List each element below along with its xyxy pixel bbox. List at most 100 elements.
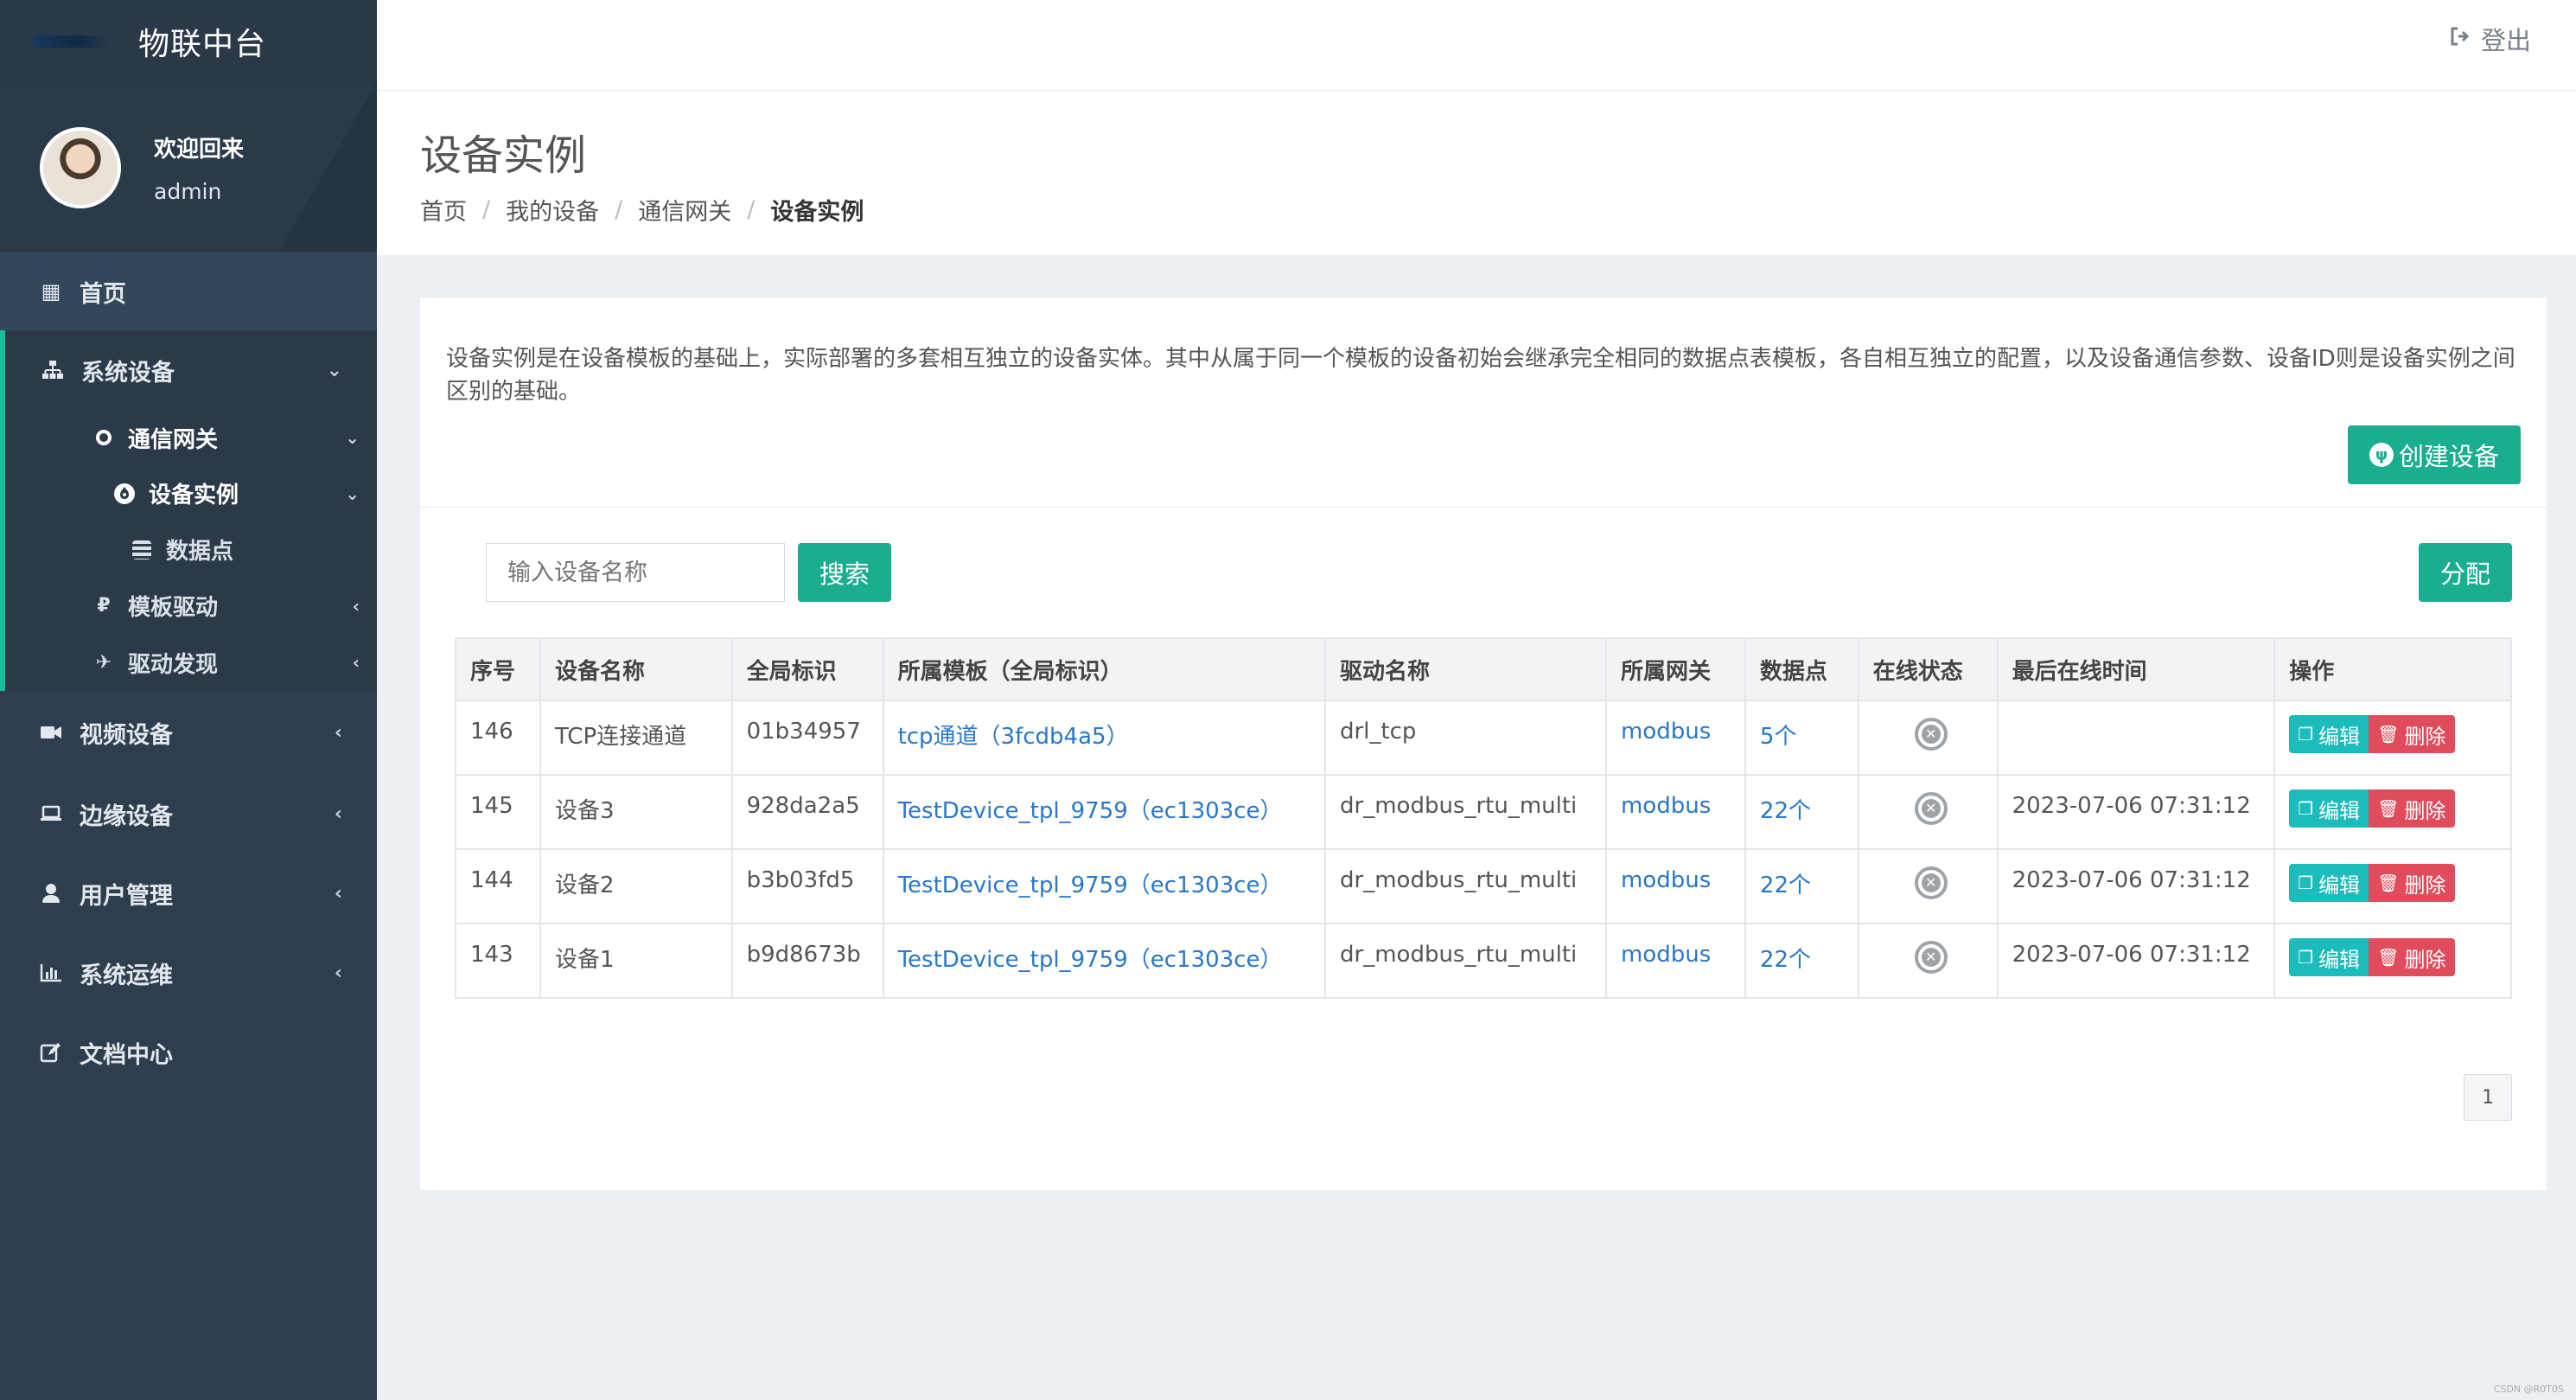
chevron-left-icon: ‹ xyxy=(334,882,342,905)
sidebar-item-label: 系统运维 xyxy=(80,962,173,989)
points-link[interactable]: 22个 xyxy=(1760,873,1811,898)
edit-label: 编辑 xyxy=(2318,873,2361,898)
table-row: 143 设备1 b9d8673b TestDevice_tpl_9759（ec1… xyxy=(455,923,2512,999)
edit-button[interactable]: ❐ 编辑 xyxy=(2289,715,2369,753)
sidebar-item-video-devices[interactable]: 视频设备 ‹ xyxy=(0,691,377,774)
rebel-icon xyxy=(112,482,137,506)
watermark: CSDN @R0T0S xyxy=(2493,1384,2564,1395)
breadcrumb-comm-gateway[interactable]: 通信网关 xyxy=(638,193,731,227)
sidebar-item-home[interactable]: ▦ 首页 xyxy=(0,253,377,330)
offline-status-icon: ✕ xyxy=(1914,941,1948,974)
col-header[interactable]: 所属模板（全局标识） xyxy=(882,637,1327,701)
col-header[interactable]: 驱动名称 xyxy=(1324,637,1607,701)
gateway-link[interactable]: modbus xyxy=(1621,719,1711,745)
chevron-down-icon: ⌄ xyxy=(345,483,360,504)
col-header[interactable]: 在线状态 xyxy=(1857,637,1999,701)
sidebar-item-system-ops[interactable]: 系统运维 ‹ xyxy=(0,933,377,1013)
chevron-left-icon: ‹ xyxy=(352,595,360,617)
col-header[interactable]: 全局标识 xyxy=(730,637,884,701)
sidebar-item-comm-gateway[interactable]: 通信网关 ⌄ xyxy=(5,410,377,465)
sign-out-icon xyxy=(2450,27,2471,51)
edit-button[interactable]: ❐ 编辑 xyxy=(2289,864,2369,902)
sidebar-item-system-devices[interactable]: 系统设备 ⌄ xyxy=(5,330,377,410)
circle-icon xyxy=(92,425,116,450)
cell-last-online: 2023-07-06 07:31:12 xyxy=(1996,923,2276,999)
cell-driver: dr_modbus_rtu_multi xyxy=(1324,848,1607,924)
template-link[interactable]: tcp通道（3fcdb4a5） xyxy=(898,724,1129,750)
sidebar-item-data-points[interactable]: 数据点 xyxy=(5,521,377,578)
table-row: 144 设备2 b3b03fd5 TestDevice_tpl_9759（ec1… xyxy=(455,848,2512,924)
col-header[interactable]: 所属网关 xyxy=(1604,637,1746,701)
edit-button[interactable]: ❐ 编辑 xyxy=(2289,938,2369,976)
delete-label: 删除 xyxy=(2404,873,2446,898)
edit-label: 编辑 xyxy=(2318,724,2361,749)
copy-icon: ❐ xyxy=(2298,873,2314,893)
avatar xyxy=(40,127,121,208)
gateway-link[interactable]: modbus xyxy=(1621,942,1711,968)
points-link[interactable]: 22个 xyxy=(1760,798,1811,824)
user-icon xyxy=(38,880,64,906)
assign-button[interactable]: 分配 xyxy=(2419,543,2512,602)
sidebar-item-device-instance[interactable]: 设备实例 ⌄ xyxy=(5,465,377,521)
chevron-left-icon: ‹ xyxy=(334,962,342,984)
top-bar: 登出 xyxy=(377,0,2576,91)
cell-last-online: 2023-07-06 07:31:12 xyxy=(1996,774,2276,850)
welcome-text: 欢迎回来 xyxy=(154,137,245,163)
pagination-page-1[interactable]: 1 xyxy=(2464,1074,2512,1121)
video-camera-icon xyxy=(38,719,64,745)
breadcrumb-home[interactable]: 首页 xyxy=(420,193,467,227)
cell-driver: drl_tcp xyxy=(1324,700,1607,776)
logout-button[interactable]: 登出 xyxy=(2450,21,2531,57)
template-link[interactable]: TestDevice_tpl_9759（ec1303ce） xyxy=(898,947,1283,973)
delete-button[interactable]: 🗑 删除 xyxy=(2369,789,2455,828)
col-header[interactable]: 设备名称 xyxy=(539,637,733,701)
brand-title: 物联中台 xyxy=(138,27,267,62)
delete-label: 删除 xyxy=(2404,947,2446,972)
sidebar-item-label: 数据点 xyxy=(166,539,234,565)
gateway-link[interactable]: modbus xyxy=(1621,793,1711,819)
template-link[interactable]: TestDevice_tpl_9759（ec1303ce） xyxy=(898,798,1283,824)
brand-bar: 物联中台 xyxy=(0,0,377,84)
sidebar-item-label: 首页 xyxy=(80,280,126,308)
search-button[interactable]: 搜索 xyxy=(798,543,891,602)
template-link[interactable]: TestDevice_tpl_9759（ec1303ce） xyxy=(898,873,1283,898)
col-header[interactable]: 最后在线时间 xyxy=(1996,637,2276,701)
trash-icon: 🗑 xyxy=(2377,947,2400,968)
brand-logo xyxy=(33,35,109,48)
sidebar-item-label: 设备实例 xyxy=(149,483,239,508)
edit-button[interactable]: ❐ 编辑 xyxy=(2289,789,2369,828)
points-link[interactable]: 22个 xyxy=(1760,947,1811,973)
sidebar-group-system-devices: 系统设备 ⌄ 通信网关 ⌄ 设备实例 ⌄ 数据点 ₽ 模板驱动 ‹ ✈ 驱动发现… xyxy=(0,330,377,691)
main-card: 设备实例是在设备模板的基础上，实际部署的多套相互独立的设备实体。其中从属于同一个… xyxy=(420,297,2547,1190)
breadcrumb-my-devices[interactable]: 我的设备 xyxy=(506,193,599,227)
create-device-button[interactable]: ψ 创建设备 xyxy=(2348,425,2521,484)
points-link[interactable]: 5个 xyxy=(1760,724,1797,750)
cell-id: 144 xyxy=(455,848,541,924)
cell-global-id: b3b03fd5 xyxy=(730,848,884,924)
sidebar-item-template-driver[interactable]: ₽ 模板驱动 ‹ xyxy=(5,578,377,634)
sidebar-item-label: 用户管理 xyxy=(80,882,173,910)
col-header[interactable]: 序号 xyxy=(455,637,541,701)
edit-label: 编辑 xyxy=(2318,798,2361,823)
cell-driver: dr_modbus_rtu_multi xyxy=(1324,923,1607,999)
create-device-label: 创建设备 xyxy=(2398,442,2499,471)
col-header[interactable]: 数据点 xyxy=(1744,637,1859,701)
sidebar-item-user-mgmt[interactable]: 用户管理 ‹ xyxy=(0,853,377,933)
dashboard-icon: ▦ xyxy=(41,279,61,304)
cell-id: 146 xyxy=(455,700,541,776)
search-input[interactable] xyxy=(486,543,785,602)
delete-button[interactable]: 🗑 删除 xyxy=(2369,715,2455,753)
sidebar-item-driver-discovery[interactable]: ✈ 驱动发现 ‹ xyxy=(5,634,377,691)
sidebar-item-edge-devices[interactable]: 边缘设备 ‹ xyxy=(0,774,377,853)
cell-global-id: 01b34957 xyxy=(730,700,884,776)
gateway-link[interactable]: modbus xyxy=(1621,867,1711,893)
cell-last-online: 2023-07-06 07:31:12 xyxy=(1996,848,2276,924)
device-table: 序号 设备名称 全局标识 所属模板（全局标识） 驱动名称 所属网关 数据点 在线… xyxy=(455,637,2512,999)
delete-button[interactable]: 🗑 删除 xyxy=(2369,864,2455,902)
chevron-left-icon: ‹ xyxy=(334,721,342,744)
rebel-icon: ψ xyxy=(2369,443,2394,467)
delete-button[interactable]: 🗑 删除 xyxy=(2369,938,2455,976)
offline-status-icon: ✕ xyxy=(1914,792,1948,825)
sidebar-item-label: 文档中心 xyxy=(80,1041,173,1069)
sidebar-item-doc-center[interactable]: 文档中心 xyxy=(0,1013,377,1092)
